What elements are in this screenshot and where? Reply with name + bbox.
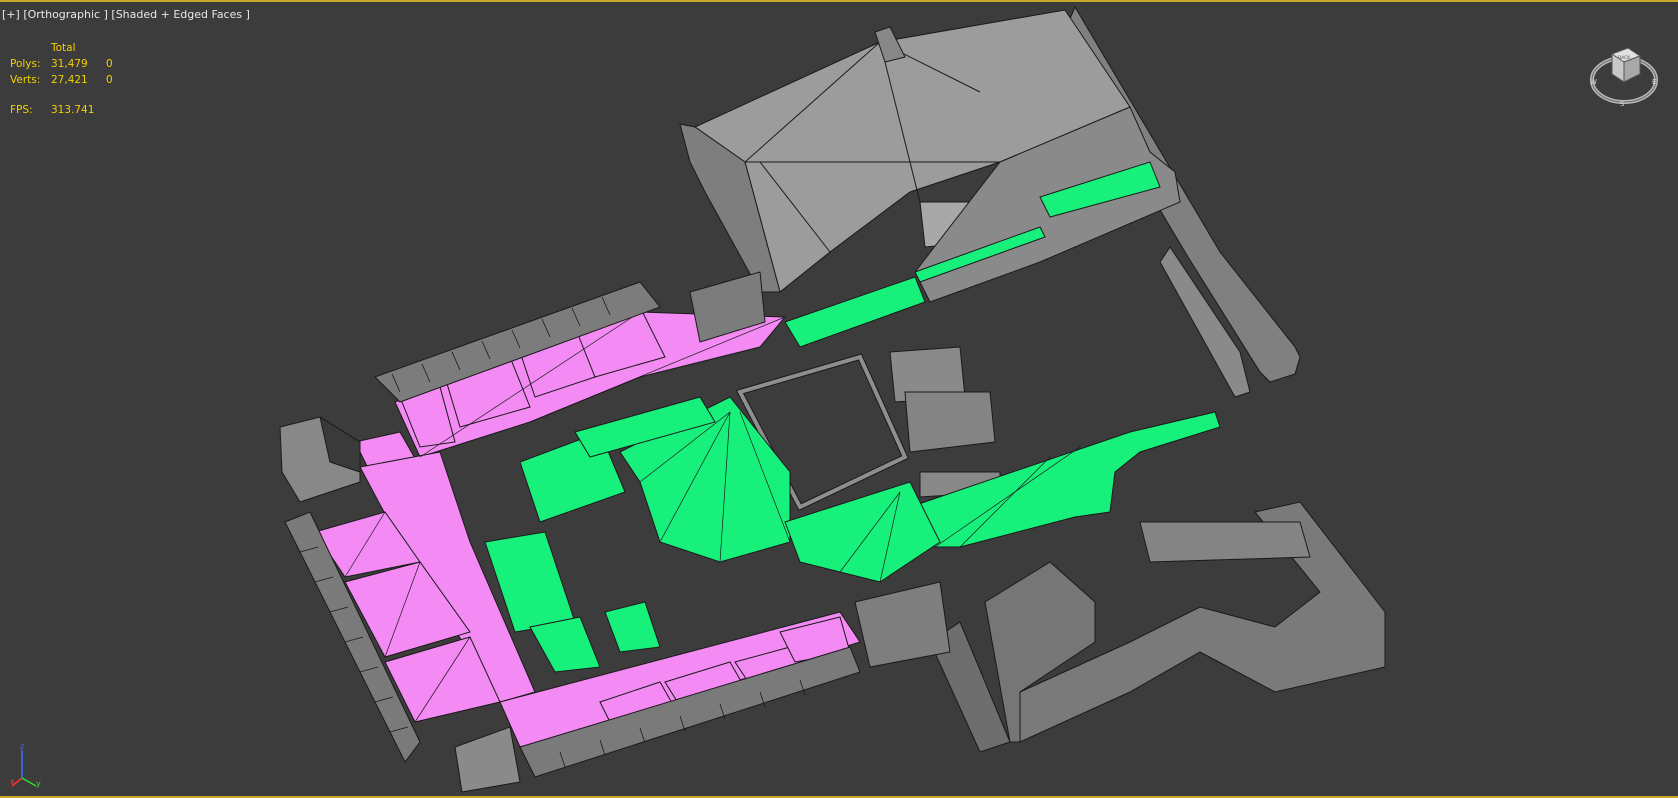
axis-y-label: y xyxy=(36,779,41,788)
stats-verts-selected: 0 xyxy=(106,74,113,86)
stats-fps-value: 313.741 xyxy=(51,104,95,116)
scene-geometry[interactable] xyxy=(0,2,1678,798)
ramp-wall xyxy=(1139,521,1311,563)
stats-label: Polys: xyxy=(10,58,41,70)
viewport-point-of-view-menu[interactable]: [Orthographic ] xyxy=(23,8,108,21)
green-floor-west-c xyxy=(529,616,601,673)
stats-fps-row: FPS: 313.741 xyxy=(10,102,126,118)
stats-row: Polys: 31,479 0 xyxy=(10,56,126,72)
axis-tripod-icon: z x y xyxy=(10,742,41,788)
green-floor-north xyxy=(784,276,926,348)
stats-polys-selected: 0 xyxy=(106,58,113,70)
stats-header-row: Total xyxy=(10,40,126,56)
stats-label: Verts: xyxy=(10,74,41,86)
east-link-block xyxy=(854,581,951,668)
compass-south: S xyxy=(1620,100,1625,108)
stats-polys-value: 31,479 xyxy=(51,58,88,70)
stats-fps-label: FPS: xyxy=(10,104,33,116)
compass-east: E xyxy=(1652,78,1656,86)
viewport-label: [+] [Orthographic ] [Shaded + Edged Face… xyxy=(2,8,250,21)
inner-wall-b xyxy=(904,391,996,453)
3d-viewport[interactable]: [+] [Orthographic ] [Shaded + Edged Face… xyxy=(0,0,1678,798)
axis-z-label: z xyxy=(20,742,24,751)
viewcube-face-label: BACK xyxy=(1618,55,1631,61)
axis-x-label: x xyxy=(10,777,15,786)
south-corner-block xyxy=(454,726,521,793)
green-floor-junction xyxy=(784,481,941,583)
green-floor-south xyxy=(604,601,661,653)
viewcube-icon[interactable]: BACK W S E xyxy=(1588,40,1660,108)
viewport-shading-menu[interactable]: [Shaded + Edged Faces ] xyxy=(111,8,249,21)
stats-verts-value: 27,421 xyxy=(51,74,88,86)
viewport-general-menu[interactable]: [+] xyxy=(2,8,20,21)
stats-total-header: Total xyxy=(51,42,76,54)
viewport-statistics: Total Polys: 31,479 0 Verts: 27,421 0 FP… xyxy=(10,40,126,118)
stats-row: Verts: 27,421 0 xyxy=(10,72,126,88)
compass-west: W xyxy=(1590,78,1597,86)
